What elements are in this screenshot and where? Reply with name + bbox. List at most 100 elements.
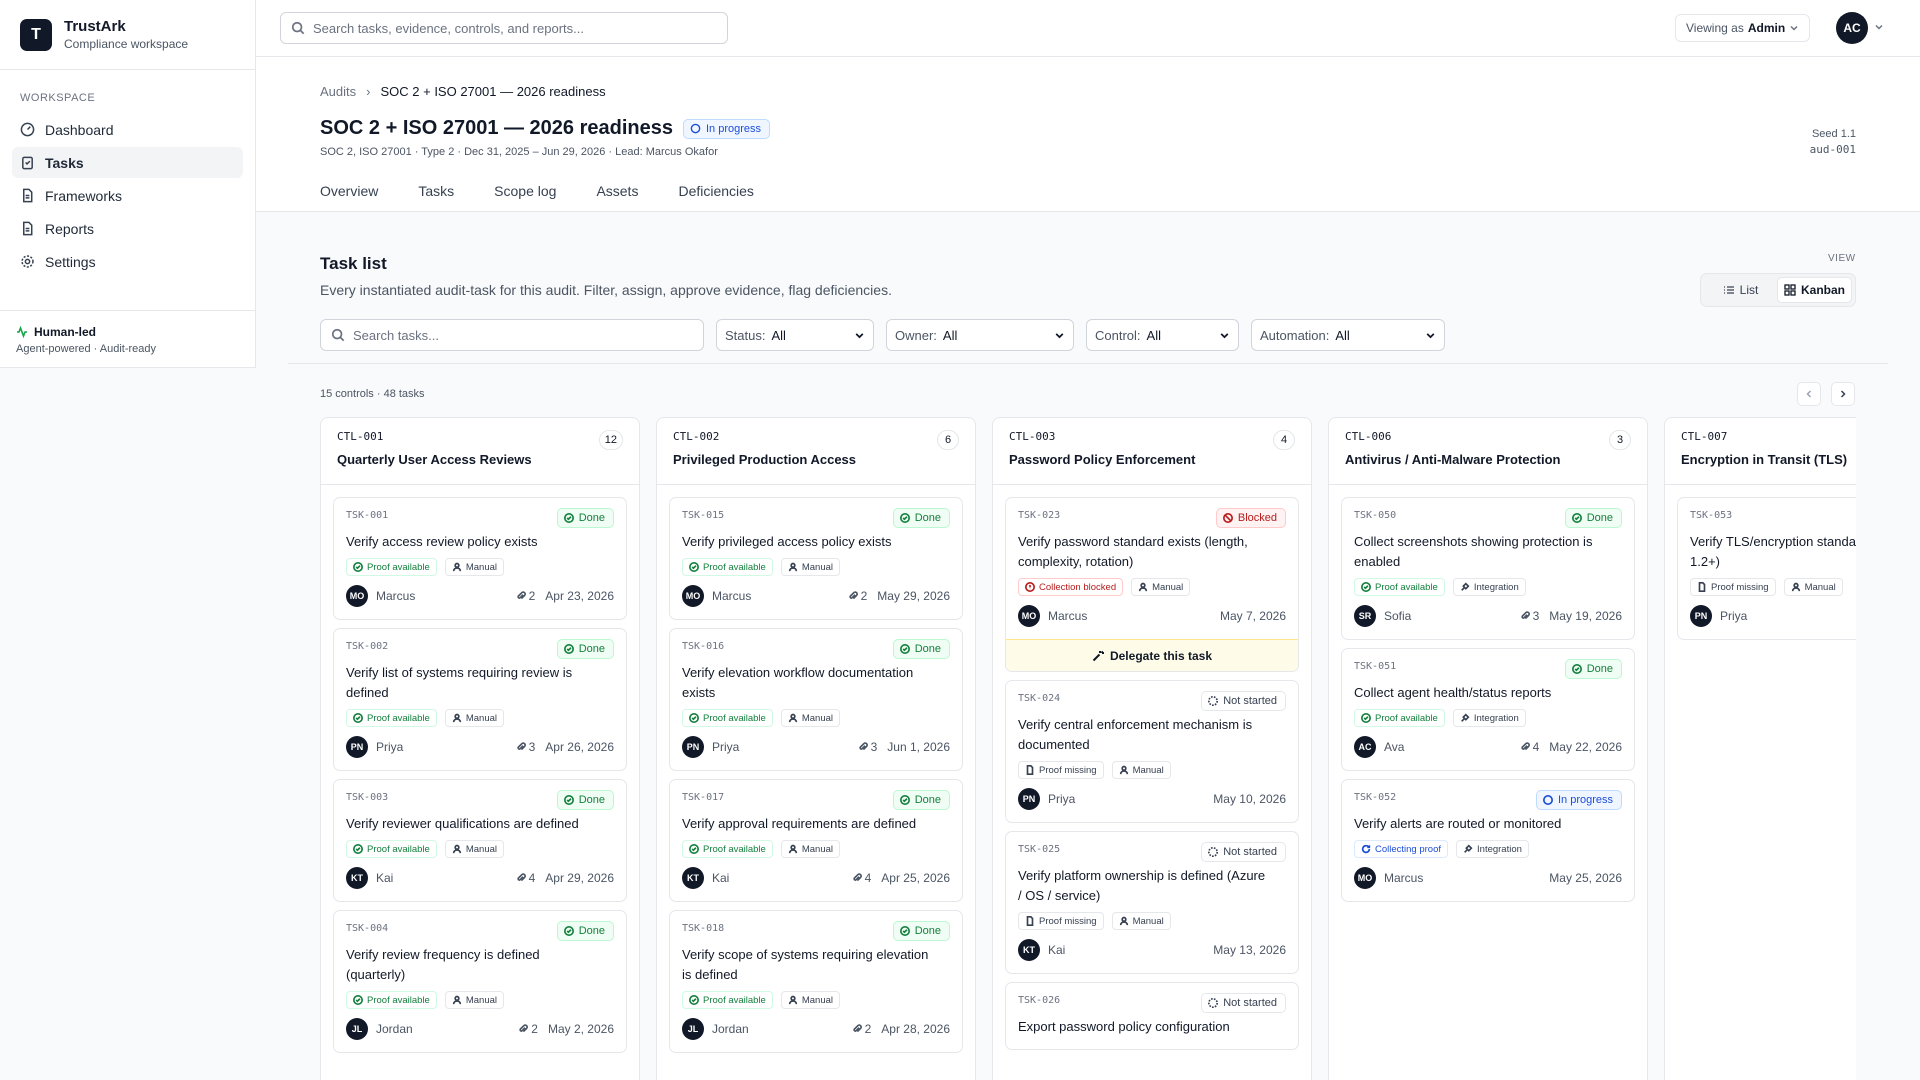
sidebar-item-tasks[interactable]: Tasks	[12, 147, 243, 178]
view-list-button[interactable]: List	[1704, 277, 1777, 303]
check-circle-icon	[563, 795, 574, 805]
task-chip: Proof available	[1354, 578, 1445, 596]
task-card[interactable]: TSK-015 Done Verify privileged access poli…	[669, 497, 963, 620]
kanban-column: CTL-001 Quarterly User Access Reviews 12 TS…	[320, 417, 640, 1080]
check-circle-icon	[899, 926, 910, 936]
filter-value: All	[1146, 327, 1161, 343]
task-title: Verify list of systems requiring review …	[346, 663, 614, 703]
view-label: VIEW	[1828, 253, 1856, 264]
control-name: Privileged Production Access	[673, 452, 857, 467]
paperclip-icon	[1520, 742, 1530, 751]
task-card[interactable]: TSK-002 Done Verify list of systems requir…	[333, 628, 627, 771]
sidebar-item-dashboard[interactable]: Dashboard	[12, 114, 243, 145]
task-chip: Manual	[444, 709, 505, 727]
kanban-board: CTL-001 Quarterly User Access Reviews 12 TS…	[320, 417, 1856, 1080]
task-chip-label: Manual	[801, 712, 834, 724]
task-chips: Proof available Manual	[346, 840, 614, 858]
task-card[interactable]: TSK-026 Not started Export password policy…	[1005, 982, 1299, 1050]
task-footer: KT Kai 4 Apr 25, 2026	[682, 867, 950, 889]
task-status-badge: Done	[556, 790, 614, 810]
task-card[interactable]: TSK-051 Done Collect agent health/status r…	[1341, 648, 1635, 771]
check-circle-icon	[1361, 582, 1371, 592]
task-footer: JL Jordan 2 Apr 28, 2026	[682, 1018, 950, 1040]
status-filter-select[interactable]: Status: All	[716, 319, 874, 351]
task-title: Collect screenshots showing protection i…	[1354, 532, 1622, 572]
task-title-line: enabled	[1354, 554, 1401, 569]
task-chip: Proof available	[346, 840, 437, 858]
page-header: Audits › SOC 2 + ISO 27001 — 2026 readin…	[256, 57, 1920, 212]
tab-overview[interactable]: Overview	[308, 183, 390, 199]
task-card[interactable]: TSK-003 Done Verify reviewer qualification…	[333, 779, 627, 902]
task-card[interactable]: TSK-023 Blocked Verify password standard e…	[1005, 497, 1299, 672]
paperclip-icon	[516, 873, 526, 882]
tab-deficiencies[interactable]: Deficiencies	[666, 183, 765, 199]
attachment-count-value: 2	[864, 1022, 872, 1036]
task-card[interactable]: TSK-025 Not started Verify platform owners…	[1005, 831, 1299, 974]
task-status-badge: Done	[892, 921, 950, 941]
task-chip: Manual	[780, 991, 841, 1009]
owner-filter-select[interactable]: Owner: All	[886, 319, 1074, 351]
task-due-date: May 10, 2026	[1213, 792, 1286, 806]
task-status-label: Done	[578, 643, 605, 655]
user-icon	[1119, 916, 1128, 926]
chevron-down-icon[interactable]	[1874, 22, 1884, 32]
task-chip-label: Proof available	[367, 712, 430, 724]
check-circle-icon	[563, 926, 574, 936]
task-chips: Proof available Manual	[682, 558, 950, 576]
sidebar-item-reports[interactable]: Reports	[12, 213, 243, 244]
task-title-line: 1.2+)	[1690, 554, 1720, 569]
task-card[interactable]: TSK-018 Done Verify scope of systems requi…	[669, 910, 963, 1053]
task-card[interactable]: TSK-004 Done Verify review frequency is de…	[333, 910, 627, 1053]
task-owner: Kai	[376, 871, 394, 885]
task-status-badge: Not started	[1201, 993, 1286, 1013]
sidebar-item-label: Reports	[45, 220, 95, 237]
list-icon	[1723, 286, 1734, 294]
task-card[interactable]: TSK-024 Not started Verify central enforce…	[1005, 680, 1299, 823]
tab-assets[interactable]: Assets	[584, 183, 650, 199]
sidebar-item-frameworks[interactable]: Frameworks	[12, 180, 243, 211]
user-avatar[interactable]: AC	[1836, 12, 1868, 44]
view-kanban-button[interactable]: Kanban	[1777, 277, 1852, 303]
attachment-count-value: 2	[531, 1022, 538, 1036]
delegate-task-button[interactable]: Delegate this task	[1006, 639, 1298, 671]
task-card[interactable]: TSK-001 Done Verify access review policy e…	[333, 497, 627, 620]
task-owner: Kai	[712, 871, 730, 885]
task-chip-label: Manual	[801, 994, 834, 1006]
brand[interactable]: T TrustArk Compliance workspace	[0, 0, 255, 70]
tab-scope-log[interactable]: Scope log	[482, 183, 568, 199]
task-search-input[interactable]: Search tasks...	[320, 319, 704, 351]
task-chip-label: Manual	[801, 843, 834, 855]
task-chip: Proof available	[682, 840, 773, 858]
task-title: Verify elevation workflow documentation e…	[682, 663, 950, 703]
task-title: Verify reviewer qualifications are defin…	[346, 814, 614, 834]
task-chip-label: Proof missing	[1039, 764, 1097, 776]
scroll-left-button[interactable]	[1797, 382, 1821, 406]
task-title-line: Verify platform ownership is defined (Az…	[1018, 868, 1266, 883]
task-chips: Proof available Manual	[682, 840, 950, 858]
task-card[interactable]: TSK-016 Done Verify elevation workflow doc…	[669, 628, 963, 771]
avatar: KT	[1018, 939, 1040, 961]
avatar: PN	[1690, 605, 1712, 627]
task-status-badge: In progress	[1535, 790, 1622, 810]
task-card[interactable]: TSK-050 Done Collect screenshots showing p…	[1341, 497, 1635, 640]
task-chips: Collecting proof Integration	[1354, 840, 1622, 858]
plug-icon	[1460, 582, 1470, 591]
task-card[interactable]: TSK-053 Verify TLS/encryption standard 1.2…	[1677, 497, 1856, 640]
viewing-as-dropdown[interactable]: Viewing as Admin	[1675, 14, 1811, 42]
tab-tasks[interactable]: Tasks	[406, 183, 466, 199]
scroll-right-button[interactable]	[1831, 382, 1855, 406]
page-title-row: SOC 2 + ISO 27001 — 2026 readiness In pr…	[320, 117, 771, 140]
task-card[interactable]: TSK-017 Done Verify approval requirements …	[669, 779, 963, 902]
task-title-line: Verify TLS/encryption standard	[1690, 534, 1856, 549]
automation-filter-select[interactable]: Automation: All	[1251, 319, 1445, 351]
avatar: MO	[346, 585, 368, 607]
paperclip-icon	[858, 742, 868, 751]
task-footer: KT Kai 4 Apr 29, 2026	[346, 867, 614, 889]
control-id: CTL-001	[337, 430, 384, 443]
sidebar-item-settings[interactable]: Settings	[12, 246, 243, 277]
breadcrumb-audits[interactable]: Audits	[320, 84, 356, 99]
task-card[interactable]: TSK-052 In progress Verify alerts are rout…	[1341, 779, 1635, 902]
global-search-input[interactable]: Search tasks, evidence, controls, and re…	[280, 12, 728, 44]
task-status-label: Not started	[1223, 997, 1277, 1009]
control-filter-select[interactable]: Control: All	[1086, 319, 1239, 351]
